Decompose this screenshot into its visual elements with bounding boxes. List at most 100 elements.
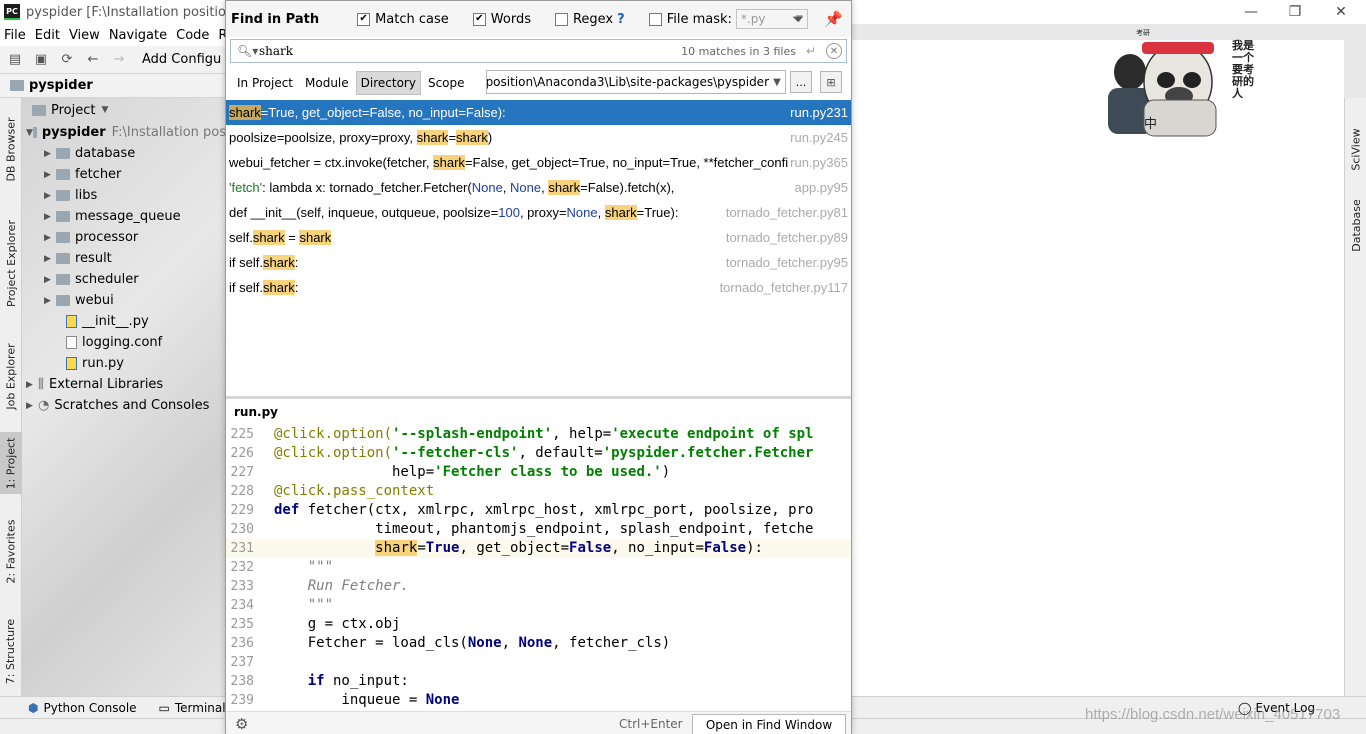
collapse-arrow-icon[interactable]: ▶ (44, 149, 56, 159)
search-result-row[interactable]: poolsize=poolsize, proxy=proxy, shark=sh… (226, 125, 851, 150)
chevron-down-icon[interactable]: ▼ (101, 105, 108, 115)
match-case-checkbox[interactable]: ✔ (357, 12, 371, 26)
collapse-arrow-icon[interactable]: ▶ (44, 233, 56, 243)
code-line[interactable]: 236 Fetcher = load_cls(None, None, fetch… (226, 634, 851, 653)
tree-folder[interactable]: ▶ libs (22, 185, 226, 206)
open-folder-icon[interactable]: ▤ (6, 51, 24, 69)
search-result-row[interactable]: if self.shark: tornado_fetcher.py 117 (226, 275, 851, 300)
code-line[interactable]: 231 shark=True, get_object=False, no_inp… (226, 539, 851, 558)
add-configuration-button[interactable]: Add Configu (142, 52, 221, 67)
code-line[interactable]: 226 @click.option('--fetcher-cls', defaul… (226, 444, 851, 463)
code-line[interactable]: 229 def fetcher(ctx, xmlrpc, xmlrpc_host,… (226, 501, 851, 520)
menu-edit[interactable]: Edit (35, 28, 60, 43)
search-result-row[interactable]: if self.shark: tornado_fetcher.py 95 (226, 250, 851, 275)
breadcrumb[interactable]: pyspider (0, 74, 230, 98)
search-result-row[interactable]: webui_fetcher = ctx.invoke(fetcher, shar… (226, 150, 851, 175)
save-icon[interactable]: ▣ (32, 51, 50, 69)
pin-icon[interactable]: 📌 (824, 10, 843, 28)
code-line[interactable]: 239 inqueue = None (226, 691, 851, 709)
gear-icon[interactable]: ⚙ (235, 715, 248, 733)
regex-option[interactable]: Regex ? (554, 12, 625, 27)
scope-tab-in-project[interactable]: In Project (232, 71, 298, 95)
clear-icon[interactable]: ✕ (826, 43, 842, 59)
tab-terminal[interactable]: ▭ Terminal (159, 701, 226, 715)
words-option[interactable]: ✔ Words (472, 12, 531, 27)
tab-sciview[interactable]: SciView (1345, 114, 1366, 184)
code-line[interactable]: 237 (226, 653, 851, 672)
scope-tab-directory[interactable]: Directory (355, 71, 421, 95)
match-case-option[interactable]: ✔ Match case (357, 12, 449, 27)
tab-favorites[interactable]: 2: Favorites (0, 516, 22, 586)
directory-path-combo[interactable]: F:\Installation position\Anaconda3\Lib\s… (486, 70, 786, 94)
close-window-button[interactable]: ✕ (1318, 0, 1364, 24)
tree-root[interactable]: ▼ pyspider F:\Installation pos (22, 122, 226, 143)
browse-directory-button[interactable]: ... (790, 71, 812, 93)
breadcrumb-project[interactable]: pyspider (29, 78, 93, 93)
menu-code[interactable]: Code (176, 28, 209, 43)
collapse-arrow-icon[interactable]: ▶ (44, 254, 56, 264)
tree-scratches[interactable]: ▶ ◔ Scratches and Consoles (22, 395, 226, 416)
tree-folder[interactable]: ▶ result (22, 248, 226, 269)
back-icon[interactable]: ← (84, 51, 102, 69)
tree-file[interactable]: run.py (22, 353, 226, 374)
collapse-arrow-icon[interactable]: ▶ (26, 401, 38, 411)
tree-file[interactable]: __init__.py (22, 311, 226, 332)
collapse-arrow-icon[interactable]: ▶ (44, 170, 56, 180)
words-checkbox[interactable]: ✔ (472, 12, 486, 26)
maximize-button[interactable]: ❐ (1272, 0, 1318, 24)
forward-icon[interactable]: → (110, 51, 128, 69)
code-line[interactable]: 233 Run Fetcher. (226, 577, 851, 596)
scope-tab-scope[interactable]: Scope (423, 71, 470, 95)
search-input[interactable] (259, 44, 682, 58)
menu-file[interactable]: File (4, 28, 26, 43)
scope-tab-module[interactable]: Module (300, 71, 354, 95)
search-icon[interactable]: 🔍︎▾ (237, 44, 259, 58)
search-result-row[interactable]: self.shark = shark tornado_fetcher.py 89 (226, 225, 851, 250)
tree-folder[interactable]: ▶ webui (22, 290, 226, 311)
tab-python-console[interactable]: ⬢ Python Console (28, 701, 137, 715)
collapse-arrow-icon[interactable]: ▶ (44, 191, 56, 201)
tree-external-libraries[interactable]: ▶ ⫼ External Libraries (22, 374, 226, 395)
code-line[interactable]: 227 help='Fetcher class to be used.') (226, 463, 851, 482)
code-line[interactable]: 235 g = ctx.obj (226, 615, 851, 634)
tab-db-browser[interactable]: DB Browser (0, 104, 22, 194)
code-line[interactable]: 238 if no_input: (226, 672, 851, 691)
collapse-arrow-icon[interactable]: ▶ (44, 212, 56, 222)
splitter-handle[interactable] (226, 396, 851, 399)
new-line-icon[interactable]: ↵ (806, 44, 816, 58)
sync-icon[interactable]: ⟳ (58, 51, 76, 69)
expand-arrow-icon[interactable]: ▼ (26, 128, 33, 138)
regex-checkbox[interactable] (554, 12, 568, 26)
tree-folder[interactable]: ▶ scheduler (22, 269, 226, 290)
filter-icon[interactable]: ⏷ (792, 10, 804, 28)
file-mask-checkbox[interactable] (648, 12, 662, 26)
search-result-row[interactable]: 'fetch': lambda x: tornado_fetcher.Fetch… (226, 175, 851, 200)
recursive-tree-icon[interactable]: ⊞ (820, 71, 842, 93)
collapse-arrow-icon[interactable]: ▶ (44, 296, 56, 306)
project-view-selector[interactable]: Project ▼ (22, 98, 226, 122)
menu-navigate[interactable]: Navigate (109, 28, 167, 43)
tree-file[interactable]: logging.conf (22, 332, 226, 353)
code-line[interactable]: 230 timeout, phantomjs_endpoint, splash_… (226, 520, 851, 539)
code-line[interactable]: 232 """ (226, 558, 851, 577)
search-result-row[interactable]: shark=True, get_object=False, no_input=F… (226, 100, 851, 125)
menu-view[interactable]: View (69, 28, 100, 43)
collapse-arrow-icon[interactable]: ▶ (26, 380, 38, 390)
code-line[interactable]: 225 @click.option('--splash-endpoint', he… (226, 425, 851, 444)
tree-folder[interactable]: ▶ processor (22, 227, 226, 248)
tab-structure[interactable]: 7: Structure (0, 616, 22, 686)
tab-database[interactable]: Database (1345, 190, 1366, 260)
code-line[interactable]: 234 """ (226, 596, 851, 615)
tab-job-explorer[interactable]: Job Explorer (0, 330, 22, 422)
file-mask-option[interactable]: File mask: *.py ▼ (648, 9, 808, 29)
regex-help-link[interactable]: ? (617, 12, 625, 27)
chevron-down-icon[interactable]: ▼ (769, 77, 785, 88)
open-in-find-window-button[interactable]: Open in Find Window (692, 714, 846, 734)
collapse-arrow-icon[interactable]: ▶ (44, 275, 56, 285)
code-line[interactable]: 228 @click.pass_context (226, 482, 851, 501)
search-result-row[interactable]: def __init__(self, inqueue, outqueue, po… (226, 200, 851, 225)
tree-folder[interactable]: ▶ database (22, 143, 226, 164)
tab-project[interactable]: 1: Project (0, 432, 22, 494)
tree-folder[interactable]: ▶ fetcher (22, 164, 226, 185)
tab-project-explorer[interactable]: Project Explorer (0, 208, 22, 318)
